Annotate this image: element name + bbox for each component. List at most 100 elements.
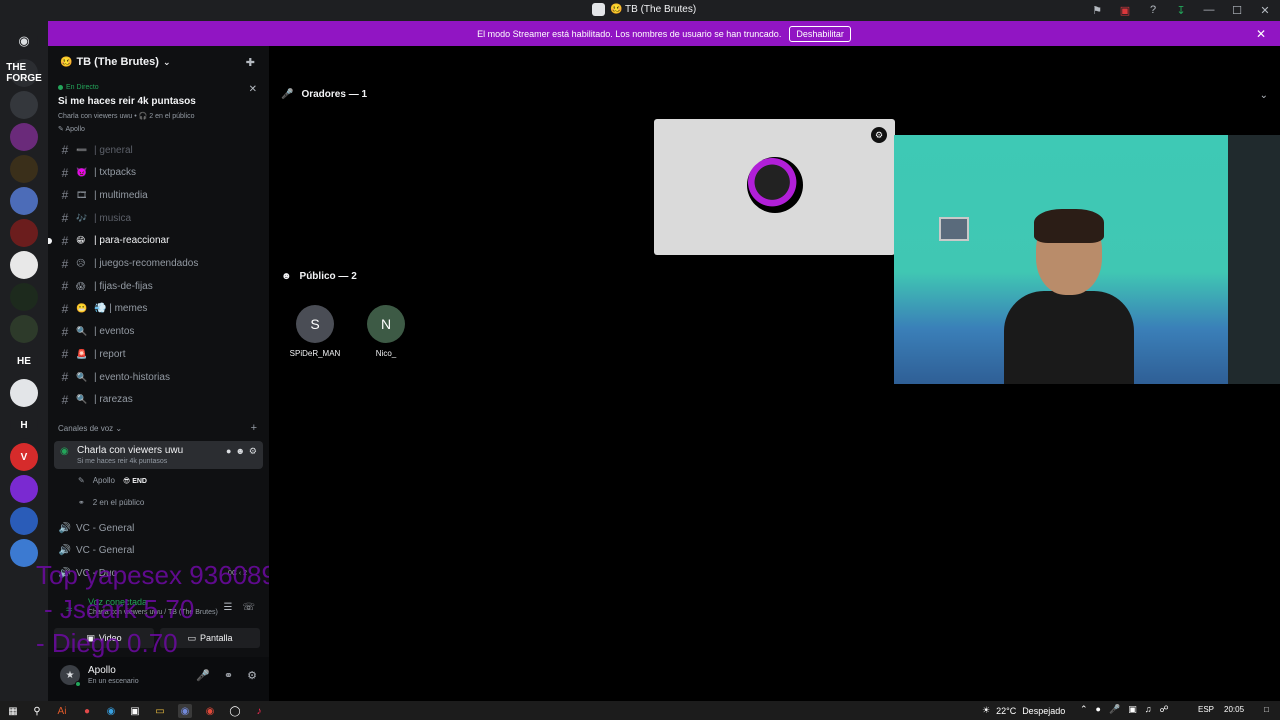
speaker-icon: ✎ bbox=[78, 476, 85, 485]
server-icon[interactable]: V bbox=[10, 443, 38, 471]
minimize-icon[interactable]: — bbox=[1202, 3, 1216, 17]
disable-streamer-button[interactable]: Deshabilitar bbox=[789, 25, 851, 42]
banner-close-icon[interactable]: ✕ bbox=[1256, 27, 1266, 41]
app-icon[interactable]: ◯ bbox=[228, 704, 242, 718]
server-icon[interactable]: H bbox=[10, 411, 38, 439]
channel-item[interactable]: # 😱 | fijas-de-fijas bbox=[54, 276, 263, 296]
channel-item[interactable]: # 🚨 | report bbox=[54, 344, 263, 364]
unread-indicator bbox=[48, 237, 52, 244]
headphones-icon[interactable]: ⚭ bbox=[224, 669, 233, 682]
server-icon[interactable]: HE bbox=[10, 347, 38, 375]
channel-item[interactable]: # 🔍 | rarezas bbox=[54, 390, 263, 410]
chat-icon[interactable]: ● bbox=[226, 446, 231, 457]
app-tray-icon[interactable]: ● bbox=[1096, 704, 1101, 715]
folder-icon[interactable]: ▭ bbox=[153, 704, 167, 718]
start-icon[interactable]: ▦ bbox=[6, 704, 20, 718]
tiktok-icon[interactable]: ♪ bbox=[252, 704, 266, 718]
microphone-icon[interactable]: 🎤 bbox=[1109, 704, 1120, 715]
audience-member[interactable]: N Nico_ bbox=[351, 305, 421, 358]
webcam-stream[interactable] bbox=[894, 135, 1280, 384]
voice-channel-item[interactable]: 🔊 VC - General bbox=[54, 541, 263, 561]
video-button[interactable]: ▣ Video bbox=[54, 628, 154, 648]
voice-channel-limit: 0C ‹ 2 bbox=[227, 569, 247, 577]
server-icon[interactable] bbox=[10, 283, 38, 311]
search-icon[interactable]: ⚲ bbox=[30, 704, 44, 718]
channel-name: | musica bbox=[94, 212, 132, 224]
server-icon[interactable] bbox=[10, 155, 38, 183]
speaker-tile[interactable]: ⚙ bbox=[654, 119, 895, 255]
server-icon[interactable] bbox=[10, 91, 38, 119]
download-icon[interactable]: ↧ bbox=[1174, 3, 1188, 17]
window-title: 🥴 TB (The Brutes) bbox=[592, 3, 696, 16]
notification-icon[interactable]: □ bbox=[1264, 705, 1269, 714]
voice-location: Charla con viewers uwu / TB (The Brutes) bbox=[88, 609, 218, 616]
channel-item[interactable]: # 🔍 | evento-historias bbox=[54, 367, 263, 387]
channel-item[interactable]: # 😁 | para-reaccionar bbox=[48, 231, 263, 251]
inbox-icon[interactable]: ⚑ bbox=[1090, 3, 1104, 17]
illustrator-icon[interactable]: Ai bbox=[55, 704, 69, 718]
wall-picture bbox=[939, 217, 969, 241]
chrome-icon[interactable]: ◉ bbox=[203, 704, 217, 718]
store-icon[interactable]: ▣ bbox=[128, 704, 142, 718]
user-name[interactable]: Apollo bbox=[88, 665, 116, 676]
server-icon[interactable] bbox=[10, 187, 38, 215]
app-icon[interactable]: ● bbox=[80, 704, 94, 718]
server-icon[interactable] bbox=[10, 475, 38, 503]
chevron-down-icon[interactable]: ⌄ bbox=[1260, 90, 1268, 101]
close-icon[interactable]: ✕ bbox=[249, 84, 257, 95]
display-icon[interactable]: ▣ bbox=[1128, 704, 1137, 715]
channel-item[interactable]: # 😥 | juegos-recomendados bbox=[54, 254, 263, 274]
volume-icon[interactable]: ♫ bbox=[1145, 704, 1152, 715]
edge-icon[interactable]: ◉ bbox=[104, 704, 118, 718]
audience-member[interactable]: S SPiDeR_MAN bbox=[280, 305, 350, 358]
server-icon[interactable] bbox=[10, 539, 38, 567]
server-icon[interactable] bbox=[10, 251, 38, 279]
voice-connected-panel: ≈ Voz conectada Charla con viewers uwu /… bbox=[54, 592, 263, 652]
weather-widget[interactable]: ☀ 22°C Despejado bbox=[982, 705, 1065, 716]
network-icon[interactable]: ☍ bbox=[1159, 704, 1168, 715]
background-door bbox=[1228, 135, 1280, 384]
server-icon[interactable] bbox=[10, 219, 38, 247]
invite-icon[interactable]: ☻ bbox=[235, 446, 244, 457]
add-member-icon[interactable]: ✚ bbox=[246, 56, 255, 69]
channel-item[interactable]: # 😬 💨 | memes bbox=[54, 299, 263, 319]
audience-icon: ☻ bbox=[281, 271, 292, 282]
voice-channel-item[interactable]: 🔊 VC - Duo 0C ‹ 2 bbox=[54, 563, 263, 583]
microphone-icon[interactable]: 🎤 bbox=[196, 669, 210, 682]
soundboard-icon[interactable]: ☰ bbox=[224, 602, 233, 613]
server-header[interactable]: 🥴 TB (The Brutes) ⌄ ✚ bbox=[48, 46, 269, 78]
channel-item[interactable]: # 🎶 | musica bbox=[54, 208, 263, 228]
help-icon[interactable]: ? bbox=[1146, 3, 1160, 17]
stage-speaker-name: Apollo bbox=[65, 126, 85, 133]
disconnect-icon[interactable]: ☏ bbox=[242, 602, 255, 613]
clock[interactable]: ESP 20:05 □ bbox=[1198, 705, 1269, 714]
channel-item[interactable]: # 👿 | txtpacks bbox=[54, 163, 263, 183]
channel-item[interactable]: # 🔍 | eventos bbox=[54, 322, 263, 342]
channel-name: 💨 | memes bbox=[94, 303, 148, 315]
discord-icon[interactable]: ◉ bbox=[178, 704, 192, 718]
voice-audience-row[interactable]: ⚭ 2 en el público bbox=[78, 498, 144, 507]
server-icon[interactable] bbox=[10, 123, 38, 151]
discord-home-icon[interactable]: ◉ bbox=[10, 27, 38, 55]
gear-icon[interactable]: ⚙ bbox=[249, 446, 257, 457]
voice-channel-item[interactable]: 🔊 VC - General bbox=[54, 518, 263, 538]
server-icon[interactable]: THE FORGE bbox=[6, 59, 42, 87]
channel-item[interactable]: # 🎞 | multimedia bbox=[54, 185, 263, 205]
server-icon[interactable] bbox=[10, 507, 38, 535]
channel-item[interactable]: # ➖ | general bbox=[54, 140, 263, 160]
audience-header-label: Público — 2 bbox=[299, 271, 357, 282]
maximize-icon[interactable]: ☐ bbox=[1230, 3, 1244, 17]
close-icon[interactable]: ✕ bbox=[1258, 3, 1272, 17]
add-channel-icon[interactable]: + bbox=[251, 422, 257, 434]
stream-icon[interactable]: ▣ bbox=[1118, 3, 1132, 17]
server-icon[interactable] bbox=[10, 315, 38, 343]
speakers-header-label: Oradores — 1 bbox=[301, 89, 368, 100]
gear-icon[interactable]: ⚙ bbox=[247, 669, 257, 682]
active-voice-channel[interactable]: ◉ Charla con viewers uwu Si me haces rei… bbox=[54, 441, 263, 469]
voice-category[interactable]: Canales de voz ⌄ bbox=[58, 424, 122, 433]
screen-share-button[interactable]: ▭ Pantalla bbox=[160, 628, 260, 648]
voice-status[interactable]: Voz conectada bbox=[88, 597, 147, 607]
chevron-up-icon[interactable]: ⌃ bbox=[1080, 704, 1088, 715]
voice-speaker-row[interactable]: ✎ Apollo 😎 END bbox=[78, 476, 147, 485]
server-icon[interactable] bbox=[10, 379, 38, 407]
